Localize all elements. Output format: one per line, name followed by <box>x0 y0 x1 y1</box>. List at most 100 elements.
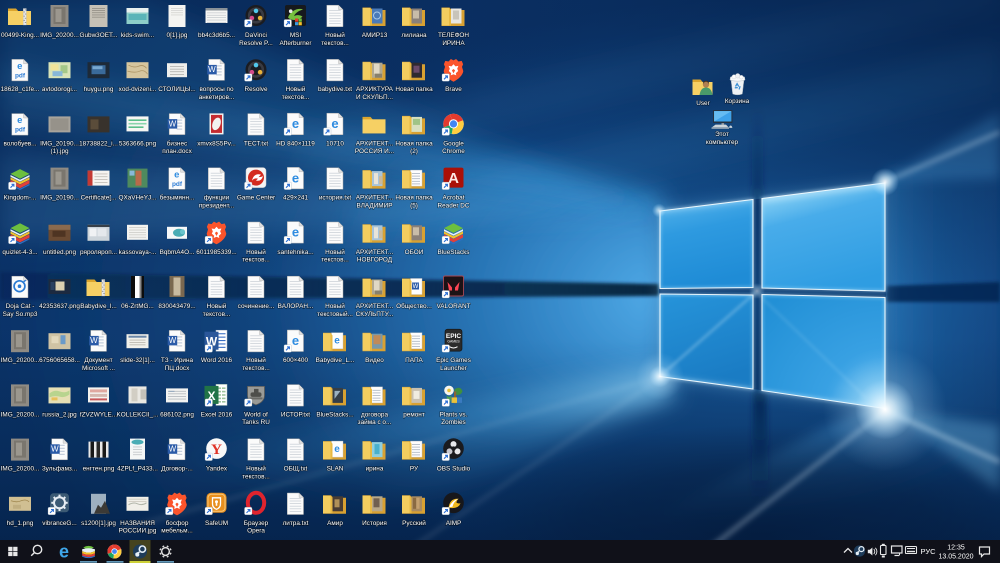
svg-text:Word 2016: Word 2016 <box>201 357 233 364</box>
svg-text:СТОЛИЦЫ...: СТОЛИЦЫ... <box>158 86 196 93</box>
svg-text:план.docx: план.docx <box>162 148 192 155</box>
svg-text:СКУЛЬПТУ...: СКУЛЬПТУ... <box>356 311 394 318</box>
svg-text:e: e <box>17 115 22 126</box>
svg-text:Зульфамз...: Зульфамз... <box>42 466 78 473</box>
svg-text:Gubw3OET...: Gubw3OET... <box>79 32 117 39</box>
svg-text:10710: 10710 <box>326 140 344 147</box>
svg-text:ТЕЛЕФОН: ТЕЛЕФОН <box>438 32 469 39</box>
svg-text:текстов...: текстов... <box>282 94 310 101</box>
svg-text:Новый: Новый <box>286 85 306 93</box>
svg-text:Русский: Русский <box>402 519 426 527</box>
svg-text:e: e <box>59 542 69 562</box>
svg-text:BqbmA4O...: BqbmA4O... <box>160 249 195 256</box>
svg-text:686102.png: 686102.png <box>160 411 194 418</box>
svg-text:MSI: MSI <box>290 32 302 39</box>
svg-text:IMG_20190...: IMG_20190... <box>40 140 79 147</box>
svg-text:Новый: Новый <box>246 356 266 364</box>
svg-text:текстов...: текстов... <box>242 473 270 480</box>
svg-text:13.05.2020: 13.05.2020 <box>938 554 973 561</box>
svg-text:ОБОИ: ОБОИ <box>405 249 424 256</box>
svg-text:Kingdom-...: Kingdom-... <box>4 195 37 202</box>
svg-text:Y: Y <box>211 442 222 458</box>
svg-text:босфор: босфор <box>166 519 189 527</box>
svg-text:QXaVHeYJ...: QXaVHeYJ... <box>118 195 156 202</box>
svg-text:Yandex: Yandex <box>206 466 228 473</box>
svg-text:Epic Games: Epic Games <box>436 357 471 364</box>
svg-text:текстов...: текстов... <box>321 40 349 47</box>
svg-text:e: e <box>174 169 179 180</box>
svg-text:Общество...: Общество... <box>396 302 432 310</box>
svg-text:текстов...: текстов... <box>242 365 270 372</box>
svg-text:Новый: Новый <box>246 248 266 256</box>
svg-text:литра.txt: литра.txt <box>283 520 309 527</box>
svg-text:Launcher: Launcher <box>440 365 468 372</box>
svg-text:ИРИНА: ИРИНА <box>442 40 465 47</box>
svg-text:Babydive_l...: Babydive_l... <box>80 303 117 310</box>
svg-text:АРХИТЕКТ...: АРХИТЕКТ... <box>356 303 394 310</box>
svg-text:Амир: Амир <box>327 520 343 527</box>
svg-text:IMG_20200...: IMG_20200... <box>1 357 40 364</box>
svg-text:e: e <box>331 116 338 131</box>
svg-text:договора: договора <box>361 411 388 418</box>
svg-text:GAMES: GAMES <box>447 340 460 344</box>
svg-text:pdf: pdf <box>15 72 26 79</box>
svg-text:Brave: Brave <box>445 86 462 93</box>
svg-text:Acrobat: Acrobat <box>442 195 464 202</box>
svg-text:18738822_i...: 18738822_i... <box>79 140 118 147</box>
svg-text:РУ: РУ <box>410 466 419 473</box>
svg-text:волобуев...: волобуев... <box>3 139 36 147</box>
svg-text:W: W <box>208 65 216 74</box>
svg-text:e: e <box>292 333 299 348</box>
svg-text:Браузер: Браузер <box>244 520 269 527</box>
svg-text:SLAN: SLAN <box>327 466 344 473</box>
svg-text:SafeUM: SafeUM <box>205 520 228 527</box>
svg-text:текстов...: текстов... <box>203 311 231 318</box>
svg-text:huygu.png: huygu.png <box>84 86 114 93</box>
svg-text:DaVinci: DaVinci <box>245 32 267 39</box>
svg-text:Resolve P...: Resolve P... <box>239 40 273 47</box>
svg-text:600×400: 600×400 <box>283 357 309 364</box>
svg-text:830043479...: 830043479... <box>158 303 196 310</box>
svg-text:Certificate[...: Certificate[... <box>81 195 117 202</box>
svg-text:История: История <box>362 520 387 527</box>
svg-text:0[1].jpg: 0[1].jpg <box>167 32 188 39</box>
svg-text:Reader DC: Reader DC <box>438 202 470 209</box>
svg-text:18628_c1fe...: 18628_c1fe... <box>1 86 40 93</box>
svg-text:Game Center: Game Center <box>237 195 276 202</box>
svg-text:W: W <box>51 445 59 454</box>
svg-text:vibranceG...: vibranceG... <box>42 520 77 527</box>
svg-text:00499-King...: 00499-King... <box>1 32 39 39</box>
svg-text:Babydive_L...: Babydive_L... <box>316 357 355 364</box>
svg-text:User: User <box>696 100 710 107</box>
svg-text:A: A <box>448 170 459 187</box>
svg-text:AIMP: AIMP <box>446 520 462 527</box>
svg-text:текстов...: текстов... <box>242 257 270 264</box>
svg-text:W: W <box>169 119 177 128</box>
svg-text:hd_1.png: hd_1.png <box>7 520 34 527</box>
svg-text:BlueStacks: BlueStacks <box>438 249 470 256</box>
svg-text:РОССИИ.jpg: РОССИИ.jpg <box>119 528 157 535</box>
svg-text:e: e <box>334 336 340 347</box>
svg-text:Новый: Новый <box>246 465 266 473</box>
svg-text:xod-dvizeni...: xod-dvizeni... <box>119 86 157 93</box>
svg-text:Новая папка: Новая папка <box>395 86 433 93</box>
svg-text:ОБЩ.txt: ОБЩ.txt <box>284 466 308 473</box>
svg-text:OBS Studio: OBS Studio <box>437 466 471 473</box>
svg-text:Tanks RU: Tanks RU <box>242 419 270 426</box>
svg-text:Этот: Этот <box>715 131 729 138</box>
svg-text:e: e <box>17 61 22 72</box>
svg-text:bb4c3d6b5...: bb4c3d6b5... <box>198 32 235 39</box>
svg-text:4ZPLf_P433...: 4ZPLf_P433... <box>117 466 158 473</box>
svg-text:Корзина: Корзина <box>725 98 750 105</box>
svg-text:текстов...: текстов... <box>321 257 349 264</box>
svg-text:АМИР13: АМИР13 <box>362 32 388 39</box>
svg-text:World of: World of <box>244 411 268 418</box>
svg-text:вопросы по: вопросы по <box>199 86 233 93</box>
svg-text:(1).jpg: (1).jpg <box>50 148 69 155</box>
svg-text:ТЗ - Ирина: ТЗ - Ирина <box>161 357 194 364</box>
svg-text:лилиана: лилиана <box>401 32 427 39</box>
svg-text:Новая папка: Новая папка <box>395 140 433 147</box>
svg-text:(5): (5) <box>410 202 418 209</box>
svg-text:Zombies: Zombies <box>441 419 466 426</box>
svg-text:kids-swim...: kids-swim... <box>121 32 155 39</box>
